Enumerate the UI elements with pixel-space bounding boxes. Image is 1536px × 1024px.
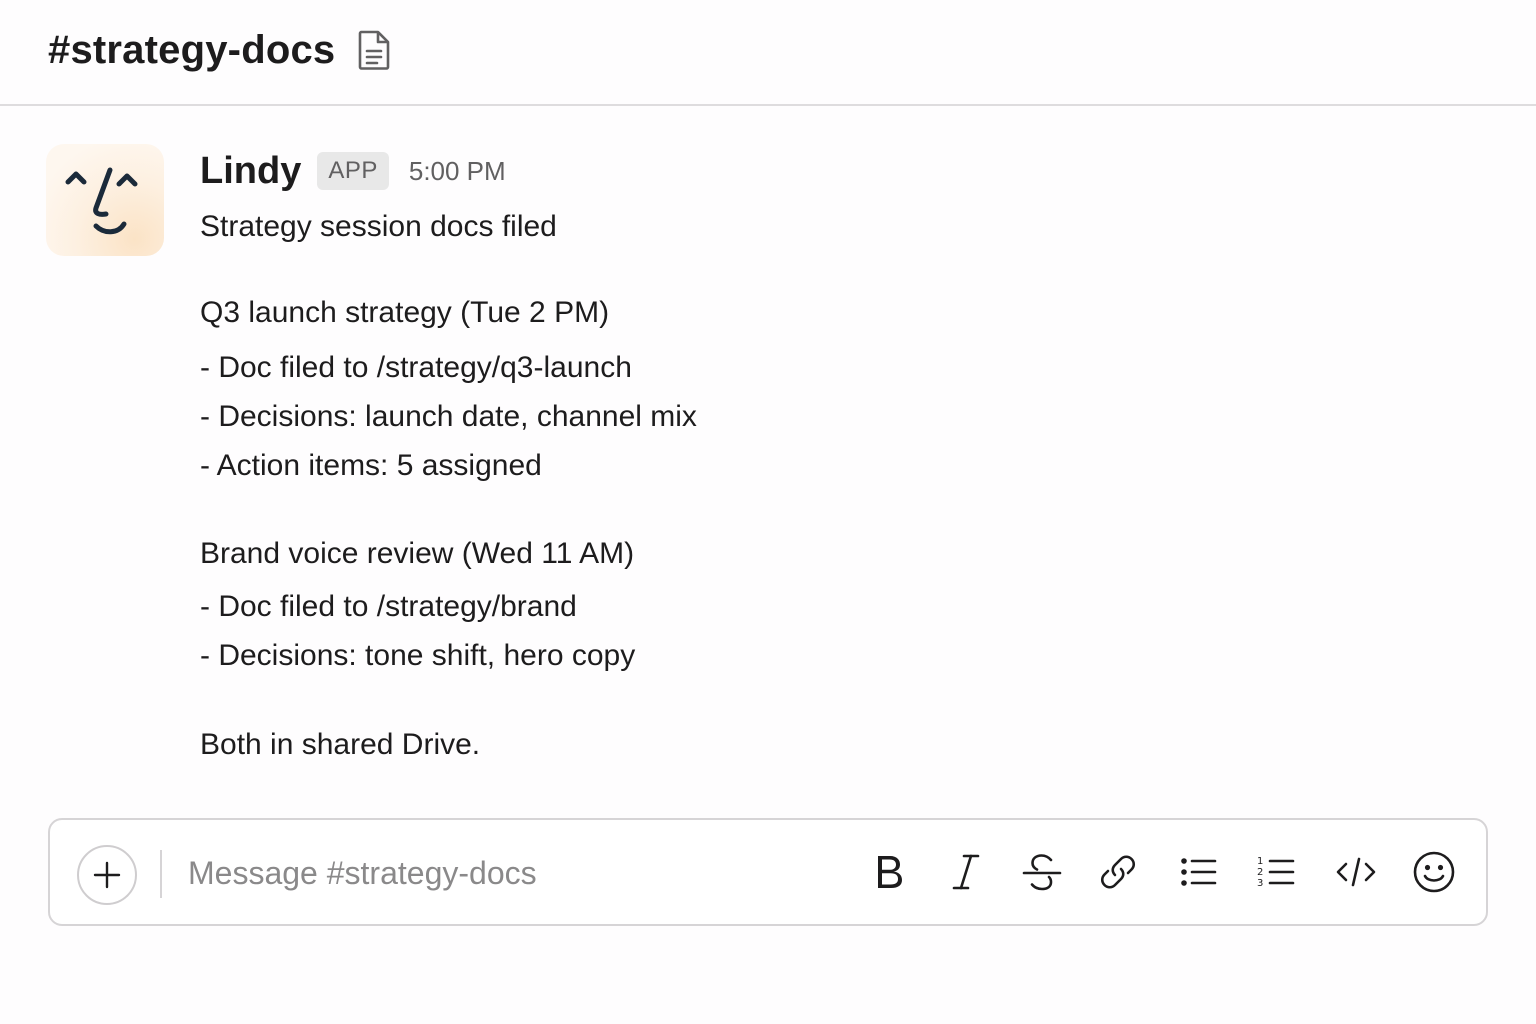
code-button[interactable] bbox=[1328, 844, 1384, 900]
svg-text:2: 2 bbox=[1257, 867, 1263, 878]
emoji-button[interactable] bbox=[1406, 844, 1462, 900]
message-line: Both in shared Drive. bbox=[200, 728, 481, 761]
numbered-list-icon: 1 2 3 bbox=[1257, 856, 1295, 889]
message-input[interactable] bbox=[188, 840, 828, 906]
message-line: - Decisions: tone shift, hero copy bbox=[200, 639, 636, 672]
numbered-list-button[interactable]: 1 2 3 bbox=[1248, 844, 1304, 900]
italic-button[interactable] bbox=[938, 844, 994, 900]
italic-icon bbox=[952, 854, 980, 890]
svg-text:1: 1 bbox=[1257, 856, 1263, 867]
message-line: - Doc filed to /strategy/brand bbox=[200, 590, 577, 623]
message-timestamp[interactable]: 5:00 PM bbox=[409, 156, 506, 187]
composer-divider bbox=[160, 850, 162, 898]
app-badge: APP bbox=[317, 152, 389, 190]
strikethrough-icon bbox=[1022, 854, 1062, 891]
attach-button[interactable] bbox=[77, 845, 137, 905]
sender-name[interactable]: Lindy bbox=[200, 150, 301, 193]
link-icon bbox=[1100, 855, 1136, 889]
bold-button[interactable] bbox=[860, 844, 916, 900]
message-line: - Decisions: launch date, channel mix bbox=[200, 400, 697, 433]
strikethrough-button[interactable] bbox=[1014, 844, 1070, 900]
document-icon[interactable] bbox=[357, 30, 391, 70]
message-line: Strategy session docs filed bbox=[200, 210, 557, 243]
message-line: - Action items: 5 assigned bbox=[200, 449, 542, 482]
message-meta: Lindy APP 5:00 PM bbox=[200, 146, 506, 196]
avatar[interactable] bbox=[46, 144, 164, 256]
plus-icon bbox=[93, 861, 121, 889]
emoji-icon bbox=[1413, 851, 1455, 893]
bold-icon bbox=[878, 856, 902, 888]
link-button[interactable] bbox=[1090, 844, 1146, 900]
message-composer: 1 2 3 bbox=[48, 818, 1488, 926]
lindy-face-logo bbox=[65, 167, 138, 235]
message-line: Q3 launch strategy (Tue 2 PM) bbox=[200, 296, 610, 329]
bulleted-list-icon bbox=[1181, 858, 1217, 886]
bulleted-list-button[interactable] bbox=[1170, 844, 1226, 900]
channel-header: #strategy-docs bbox=[0, 0, 1536, 106]
channel-title[interactable]: #strategy-docs bbox=[48, 28, 335, 73]
svg-text:3: 3 bbox=[1257, 878, 1263, 889]
code-icon bbox=[1336, 857, 1376, 887]
message-line: Brand voice review (Wed 11 AM) bbox=[200, 537, 635, 570]
message-line: - Doc filed to /strategy/q3-launch bbox=[200, 351, 632, 384]
